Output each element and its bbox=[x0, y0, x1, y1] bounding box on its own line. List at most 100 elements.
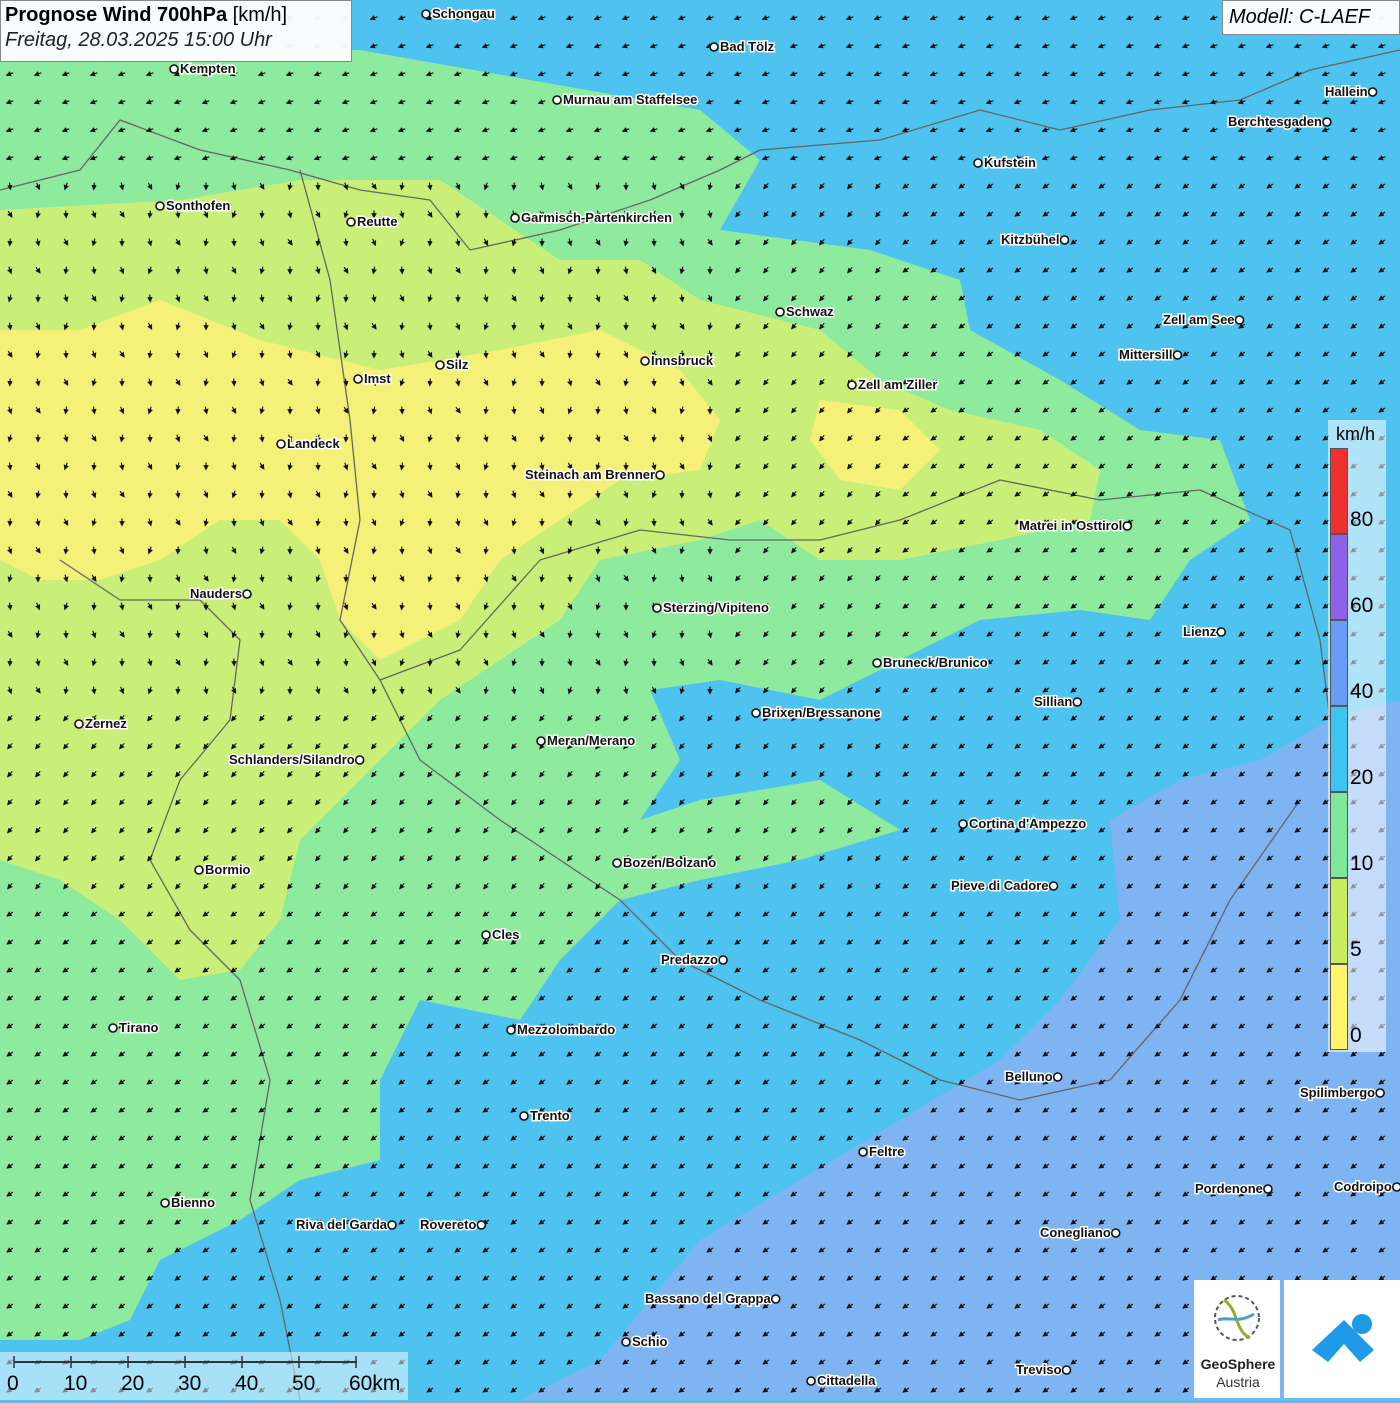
city-dot bbox=[752, 709, 760, 717]
wind-map[interactable]: SchongauKemptenBad TölzMurnau am Staffel… bbox=[0, 0, 1400, 1400]
city-label: Bassano del Grappa bbox=[645, 1291, 771, 1306]
city-label: Innsbruck bbox=[651, 353, 714, 368]
city-dot bbox=[772, 1295, 780, 1303]
legend-label: 20 bbox=[1350, 766, 1373, 790]
title-box: Prognose Wind 700hPa [km/h] Freitag, 28.… bbox=[0, 0, 352, 62]
city-marker: Cortina d'Ampezzo bbox=[959, 816, 1086, 831]
app-logo-icon bbox=[1284, 1280, 1400, 1398]
city-label: Rovereto bbox=[420, 1217, 476, 1232]
city-label: Tirano bbox=[119, 1020, 159, 1035]
city-marker: Bassano del Grappa bbox=[645, 1291, 780, 1306]
map-title: Prognose Wind 700hPa [km/h] bbox=[5, 4, 347, 27]
city-label: Hallein bbox=[1325, 84, 1368, 99]
city-label: Spilimbergo bbox=[1300, 1085, 1375, 1100]
app-logo-box bbox=[1284, 1280, 1400, 1398]
city-marker: Bruneck/Brunico bbox=[873, 655, 988, 670]
scale-label: 40 bbox=[235, 1372, 258, 1396]
city-dot bbox=[1323, 118, 1331, 126]
title-unit: [km/h] bbox=[233, 4, 287, 26]
city-dot bbox=[75, 720, 83, 728]
city-dot bbox=[1393, 1183, 1400, 1191]
city-dot bbox=[1050, 882, 1058, 890]
city-label: Zell am Ziller bbox=[858, 377, 937, 392]
city-marker: Pieve di Cadore bbox=[951, 878, 1058, 893]
city-label: Silz bbox=[446, 357, 469, 372]
city-marker: Mittersill bbox=[1119, 347, 1181, 362]
city-dot bbox=[161, 1199, 169, 1207]
city-dot bbox=[156, 202, 164, 210]
city-dot bbox=[1054, 1073, 1062, 1081]
city-marker: Meran/Merano bbox=[537, 733, 635, 748]
legend-swatch bbox=[1330, 706, 1348, 792]
city-label: Bruneck/Brunico bbox=[883, 655, 988, 670]
legend-label: 0 bbox=[1350, 1024, 1362, 1048]
scale-label: 30 bbox=[178, 1372, 201, 1396]
logo-sub: Austria bbox=[1196, 1374, 1280, 1390]
city-dot bbox=[170, 65, 178, 73]
city-dot bbox=[436, 361, 444, 369]
city-dot bbox=[195, 866, 203, 874]
city-dot bbox=[553, 96, 561, 104]
city-label: Predazzo bbox=[661, 952, 718, 967]
city-label: Conegliano bbox=[1040, 1225, 1111, 1240]
scale-label: 20 bbox=[121, 1372, 144, 1396]
city-label: Landeck bbox=[287, 436, 341, 451]
city-label: Feltre bbox=[869, 1144, 904, 1159]
city-label: Imst bbox=[364, 371, 391, 386]
city-label: Cles bbox=[492, 927, 519, 942]
city-dot bbox=[873, 659, 881, 667]
city-label: Schongau bbox=[432, 6, 495, 21]
scale-label: 0 bbox=[7, 1372, 19, 1396]
city-label: Schlanders/Silandro bbox=[229, 752, 355, 767]
city-label: Meran/Merano bbox=[547, 733, 635, 748]
legend-swatch bbox=[1330, 534, 1348, 620]
city-marker: Sterzing/Vipiteno bbox=[653, 600, 769, 615]
city-dot bbox=[1063, 1366, 1071, 1374]
city-dot bbox=[243, 590, 251, 598]
city-dot bbox=[1369, 88, 1377, 96]
geosphere-logo-icon bbox=[1194, 1280, 1280, 1360]
city-marker: Riva del Garda bbox=[296, 1217, 396, 1232]
city-marker: Conegliano bbox=[1040, 1225, 1120, 1240]
city-marker: Schlanders/Silandro bbox=[229, 752, 364, 767]
city-dot bbox=[848, 381, 856, 389]
city-marker: Rovereto bbox=[420, 1217, 485, 1232]
legend-unit: km/h bbox=[1336, 424, 1375, 445]
city-label: Zell am See bbox=[1163, 312, 1235, 327]
legend-label: 80 bbox=[1350, 508, 1373, 532]
city-marker: Matrei in Osttirol bbox=[1019, 518, 1131, 533]
city-dot bbox=[1264, 1185, 1272, 1193]
logo-name: GeoSphere bbox=[1196, 1356, 1280, 1372]
city-marker: Kufstein bbox=[974, 155, 1036, 170]
city-dot bbox=[1217, 628, 1225, 636]
scale-label: 10 bbox=[64, 1372, 87, 1396]
title-text: Prognose Wind 700hPa bbox=[5, 4, 227, 26]
city-dot bbox=[1123, 522, 1131, 530]
legend-label: 40 bbox=[1350, 680, 1373, 704]
city-marker: Zell am See bbox=[1163, 312, 1244, 327]
city-dot bbox=[974, 159, 982, 167]
city-marker: Cittadella bbox=[807, 1373, 876, 1388]
city-label: Bozen/Bolzano bbox=[623, 855, 716, 870]
legend-label: 5 bbox=[1350, 938, 1362, 962]
city-label: Kempten bbox=[180, 61, 236, 76]
city-marker: Pordenone bbox=[1195, 1181, 1272, 1196]
city-marker: Schongau bbox=[422, 6, 495, 21]
city-dot bbox=[1061, 236, 1069, 244]
city-dot bbox=[477, 1221, 485, 1229]
city-label: Bienno bbox=[171, 1195, 215, 1210]
city-label: Riva del Garda bbox=[296, 1217, 388, 1232]
city-marker: Codroipo bbox=[1334, 1179, 1400, 1194]
city-marker: Zell am Ziller bbox=[848, 377, 937, 392]
city-label: Kitzbühel bbox=[1001, 232, 1060, 247]
scale-bar bbox=[0, 1352, 408, 1400]
city-marker: Landeck bbox=[277, 436, 341, 451]
city-marker: Bozen/Bolzano bbox=[613, 855, 716, 870]
legend-swatch bbox=[1330, 878, 1348, 964]
city-dot bbox=[277, 440, 285, 448]
city-label: Berchtesgaden bbox=[1228, 114, 1322, 129]
city-marker: Murnau am Staffelsee bbox=[553, 92, 697, 107]
city-dot bbox=[356, 756, 364, 764]
city-dot bbox=[537, 737, 545, 745]
city-marker: Berchtesgaden bbox=[1228, 114, 1331, 129]
